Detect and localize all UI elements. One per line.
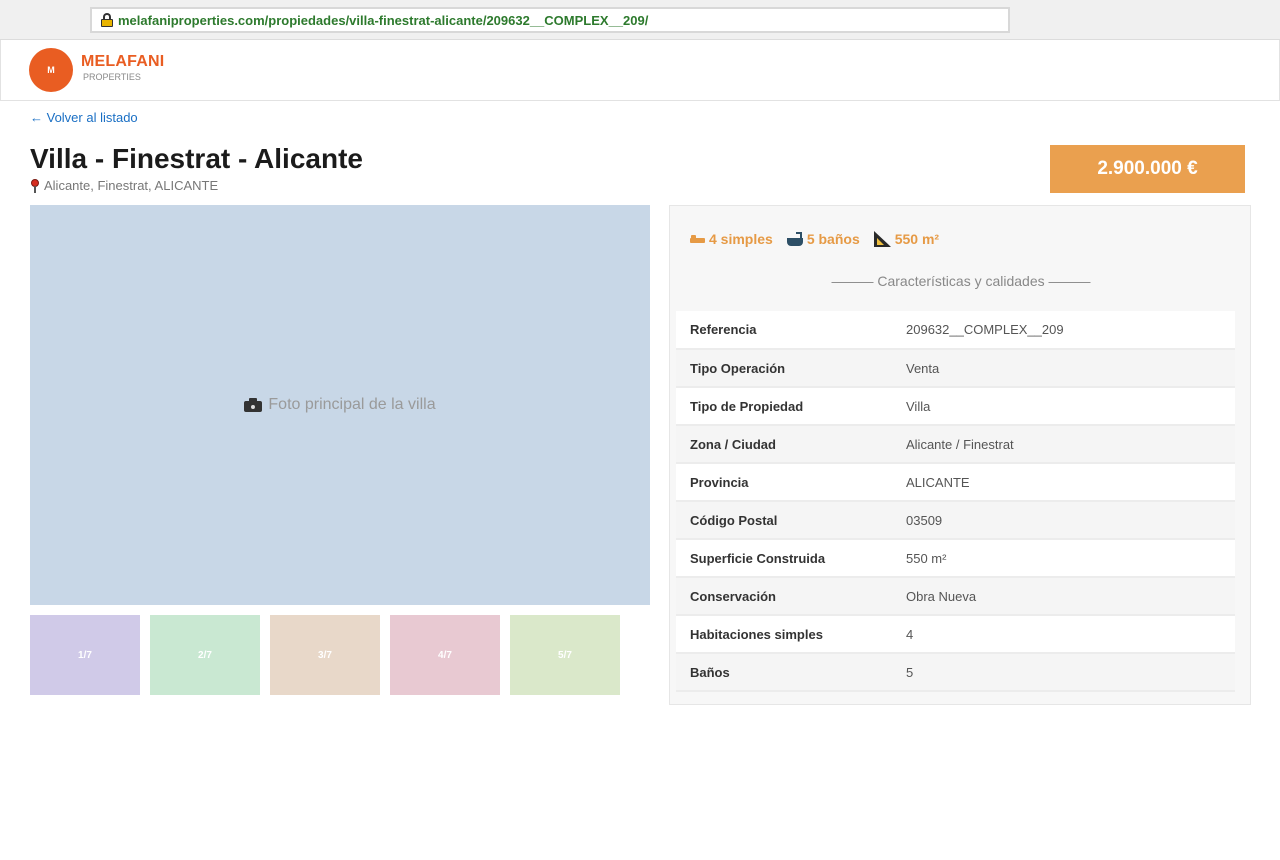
thumbnail[interactable]: 4/7 <box>390 615 500 695</box>
main-photo-label: Foto principal de la villa <box>268 396 436 413</box>
logo[interactable]: M <box>29 48 73 92</box>
table-row: Tipo de Propiedad Villa <box>676 387 1235 426</box>
spec-value: Obra Nueva <box>896 577 1235 616</box>
price-badge: 2.900.000 € <box>1050 145 1245 193</box>
logo-initial: M <box>47 65 55 75</box>
thumbnail[interactable]: 5/7 <box>510 615 620 695</box>
thumbnail-label: 4/7 <box>438 649 452 661</box>
area-text: 550 m² <box>894 231 940 247</box>
section-title: ——— Características y calidades ——— <box>831 273 1091 289</box>
thumbnail-label: 1/7 <box>78 649 92 661</box>
table-row: Baños 5 <box>676 653 1235 692</box>
spec-value: Venta <box>896 349 1235 388</box>
brand-subtitle: PROPERTIES <box>83 72 141 82</box>
bedrooms-summary: 4 simples <box>690 231 773 247</box>
spec-label: Baños <box>676 653 896 692</box>
spec-value: Villa <box>896 387 1235 426</box>
spec-value: ALICANTE <box>896 463 1235 502</box>
location: Alicante, Finestrat, ALICANTE <box>30 178 218 193</box>
bathrooms-summary: 5 baños <box>786 231 860 247</box>
spec-value: 209632__COMPLEX__209 <box>896 311 1235 350</box>
spec-label: Provincia <box>676 463 896 502</box>
bed-icon <box>690 234 705 244</box>
spec-label: Tipo de Propiedad <box>676 387 896 426</box>
main-photo[interactable]: Foto principal de la villa <box>30 205 650 605</box>
spec-value: 03509 <box>896 501 1235 540</box>
bedrooms-text: 4 simples <box>709 231 773 247</box>
spec-value: Alicante / Finestrat <box>896 425 1235 464</box>
thumbnail[interactable]: 3/7 <box>270 615 380 695</box>
summary-features: 4 simples 5 baños 550 m² <box>690 231 939 247</box>
thumbnail-label: 2/7 <box>198 649 212 661</box>
thumbnail-label: 5/7 <box>558 649 572 661</box>
table-row: Habitaciones simples 4 <box>676 615 1235 654</box>
spec-table: Referencia 209632__COMPLEX__209 Tipo Oper… <box>676 311 1235 692</box>
thumbnail-label: 3/7 <box>318 649 332 661</box>
address-bar[interactable]: melafaniproperties.com/propiedades/villa… <box>90 7 1010 33</box>
location-text: Alicante, Finestrat, ALICANTE <box>44 178 219 193</box>
brand-name[interactable]: MELAFANI <box>81 53 164 71</box>
spec-value: 550 m² <box>896 539 1235 578</box>
thumbnail[interactable]: 2/7 <box>150 615 260 695</box>
spec-label: Código Postal <box>676 501 896 540</box>
area-icon <box>873 231 891 247</box>
table-row: Referencia 209632__COMPLEX__209 <box>676 311 1235 350</box>
page-title: Villa - Finestrat - Alicante <box>30 143 363 174</box>
browser-toolbar: melafaniproperties.com/propiedades/villa… <box>0 0 1280 40</box>
table-row: Zona / Ciudad Alicante / Finestrat <box>676 425 1235 464</box>
url-text: melafaniproperties.com/propiedades/villa… <box>118 12 649 28</box>
map-pin-icon <box>30 178 40 193</box>
table-row: Código Postal 03509 <box>676 501 1235 540</box>
spec-label: Superficie Construida <box>676 539 896 578</box>
bath-icon <box>786 231 803 247</box>
site-header: M MELAFANI PROPERTIES <box>0 40 1280 101</box>
spec-label: Habitaciones simples <box>676 615 896 654</box>
details-panel: 4 simples 5 baños 550 m² ——— Característ… <box>669 205 1251 705</box>
thumbnail-strip: 1/7 2/7 3/7 4/7 5/7 <box>30 615 620 695</box>
camera-icon <box>244 398 263 412</box>
spec-label: Conservación <box>676 577 896 616</box>
bathrooms-text: 5 baños <box>806 231 860 247</box>
back-to-listing-link[interactable]: ← Volver al listado <box>30 110 138 125</box>
table-row: Superficie Construida 550 m² <box>676 539 1235 578</box>
thumbnail[interactable]: 1/7 <box>30 615 140 695</box>
table-row: Tipo Operación Venta <box>676 349 1235 388</box>
lock-icon <box>100 13 114 27</box>
spec-label: Referencia <box>676 311 896 350</box>
spec-label: Zona / Ciudad <box>676 425 896 464</box>
spec-label: Tipo Operación <box>676 349 896 388</box>
table-row: Conservación Obra Nueva <box>676 577 1235 616</box>
area-summary: 550 m² <box>873 231 940 247</box>
spec-value: 5 <box>896 653 1235 692</box>
table-row: Provincia ALICANTE <box>676 463 1235 502</box>
spec-value: 4 <box>896 615 1235 654</box>
